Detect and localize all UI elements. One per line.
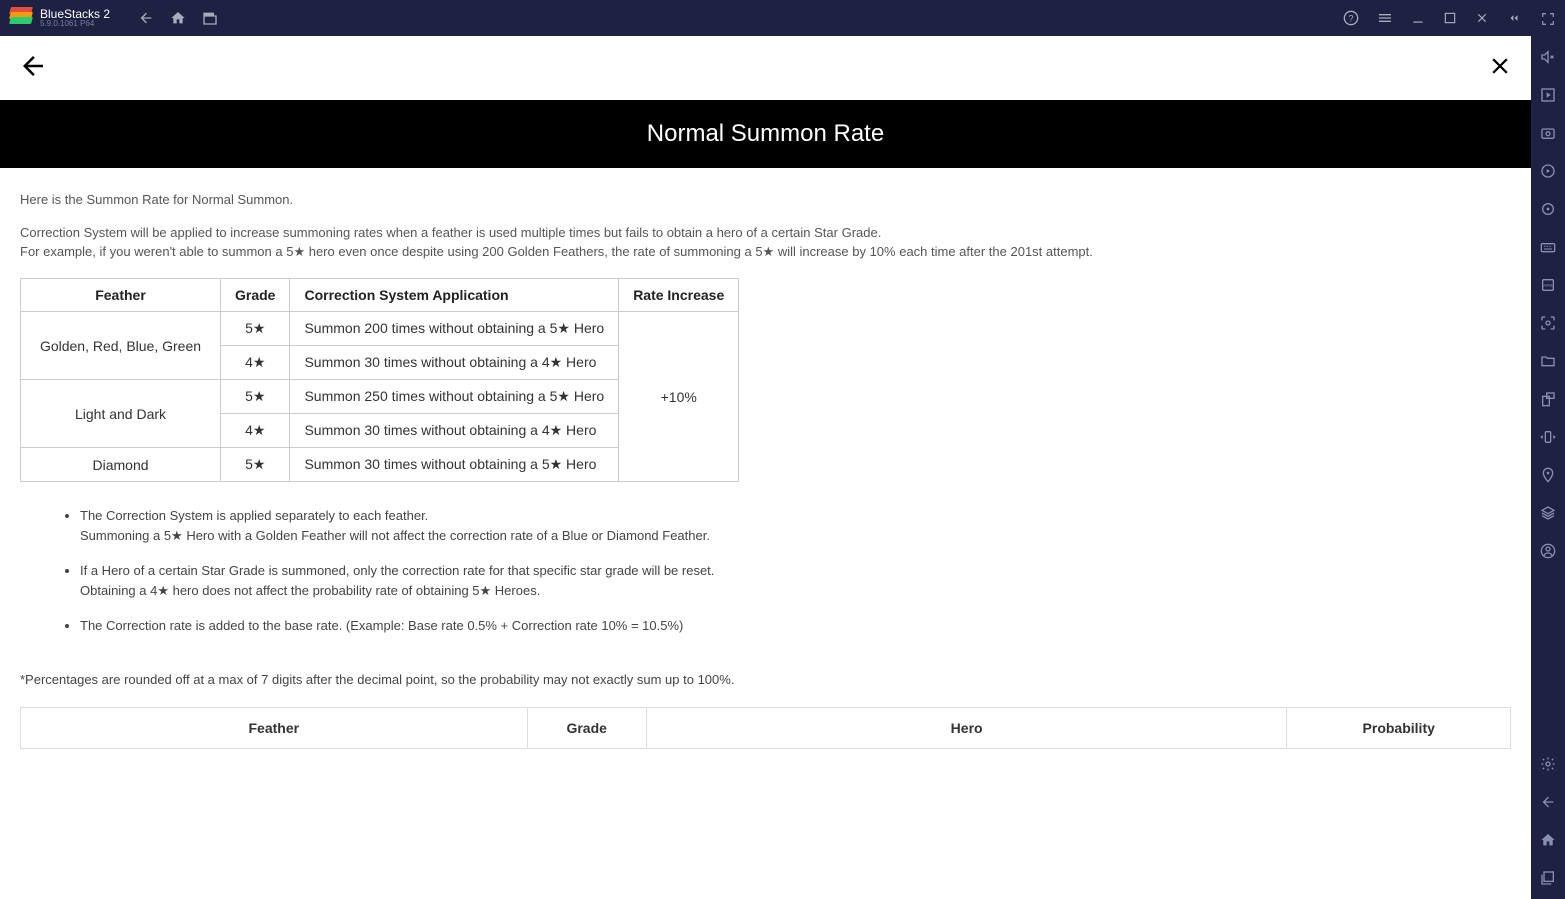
apk-icon[interactable]: APK bbox=[1539, 276, 1557, 294]
menu-icon[interactable] bbox=[1377, 10, 1393, 26]
cell-application: Summon 30 times without obtaining a 4★ H… bbox=[290, 414, 619, 448]
page-title: Normal Summon Rate bbox=[0, 100, 1531, 168]
location-icon[interactable] bbox=[1539, 466, 1557, 484]
th-feather: Feather bbox=[21, 707, 528, 748]
android-back-icon[interactable] bbox=[1539, 793, 1557, 811]
bluestacks-logo-icon bbox=[10, 7, 32, 29]
screenshot-icon[interactable] bbox=[1539, 124, 1557, 142]
right-sidebar: APK bbox=[1531, 0, 1565, 899]
page-header-bar bbox=[0, 36, 1531, 100]
cell-grade: 5★ bbox=[221, 380, 290, 414]
record-icon[interactable] bbox=[1539, 162, 1557, 180]
maximize-icon[interactable] bbox=[1443, 11, 1457, 25]
fullscreen-icon[interactable] bbox=[1539, 10, 1557, 28]
th-application: Correction System Application bbox=[290, 279, 619, 312]
bullet-list: The Correction System is applied separat… bbox=[80, 506, 1511, 636]
correction-table: Feather Grade Correction System Applicat… bbox=[20, 278, 739, 482]
cell-grade: 4★ bbox=[221, 414, 290, 448]
volume-mute-icon[interactable] bbox=[1539, 48, 1557, 66]
capture-frame-icon[interactable] bbox=[1539, 314, 1557, 332]
cell-application: Summon 30 times without obtaining a 4★ H… bbox=[290, 346, 619, 380]
settings-icon[interactable] bbox=[1539, 755, 1557, 773]
minimize-icon[interactable] bbox=[1411, 11, 1425, 25]
cell-grade: 5★ bbox=[221, 448, 290, 482]
th-grade: Grade bbox=[527, 707, 646, 748]
intro-text-3: For example, if you weren't able to summ… bbox=[20, 244, 1511, 260]
collapse-sidebar-icon[interactable] bbox=[1507, 11, 1521, 25]
th-rate: Rate Increase bbox=[619, 279, 739, 312]
th-probability: Probability bbox=[1287, 707, 1511, 748]
svg-text:?: ? bbox=[1348, 13, 1353, 23]
cell-application: Summon 30 times without obtaining a 5★ H… bbox=[290, 448, 619, 482]
target-icon[interactable] bbox=[1539, 200, 1557, 218]
layers-icon[interactable] bbox=[1539, 504, 1557, 522]
th-feather: Feather bbox=[21, 279, 221, 312]
account-icon[interactable] bbox=[1539, 542, 1557, 560]
android-recents-icon[interactable] bbox=[1539, 869, 1557, 887]
nav-tabs-icon[interactable] bbox=[202, 10, 218, 26]
rotate-icon[interactable] bbox=[1539, 390, 1557, 408]
folder-icon[interactable] bbox=[1539, 352, 1557, 370]
list-item: The Correction System is applied separat… bbox=[80, 506, 1511, 545]
keyboard-icon[interactable] bbox=[1539, 238, 1557, 256]
cell-feather: Golden, Red, Blue, Green bbox=[21, 312, 221, 380]
nav-home-icon[interactable] bbox=[170, 10, 186, 26]
nav-back-icon[interactable] bbox=[138, 10, 154, 26]
cell-grade: 5★ bbox=[221, 312, 290, 346]
th-grade: Grade bbox=[221, 279, 290, 312]
page-body: Here is the Summon Rate for Normal Summo… bbox=[0, 168, 1531, 899]
footnote: *Percentages are rounded off at a max of… bbox=[20, 672, 1511, 687]
cell-grade: 4★ bbox=[221, 346, 290, 380]
back-arrow-icon[interactable] bbox=[18, 51, 48, 86]
shake-icon[interactable] bbox=[1539, 428, 1557, 446]
list-item: If a Hero of a certain Star Grade is sum… bbox=[80, 561, 1511, 600]
cell-feather: Light and Dark bbox=[21, 380, 221, 448]
cell-application: Summon 250 times without obtaining a 5★ … bbox=[290, 380, 619, 414]
svg-text:APK: APK bbox=[1543, 283, 1553, 288]
cell-feather: Diamond bbox=[21, 448, 221, 482]
titlebar: BlueStacks 2 5.9.0.1061 P64 ? bbox=[0, 0, 1531, 36]
th-hero: Hero bbox=[646, 707, 1287, 748]
list-item: The Correction rate is added to the base… bbox=[80, 616, 1511, 636]
android-home-icon[interactable] bbox=[1539, 831, 1557, 849]
intro-text-2: Correction System will be applied to inc… bbox=[20, 225, 1511, 240]
close-page-icon[interactable] bbox=[1487, 53, 1513, 84]
help-icon[interactable]: ? bbox=[1343, 10, 1359, 26]
cell-rate: +10% bbox=[619, 312, 739, 482]
intro-text-1: Here is the Summon Rate for Normal Summo… bbox=[20, 192, 1511, 207]
close-window-icon[interactable] bbox=[1475, 11, 1489, 25]
rate-table: Feather Grade Hero Probability bbox=[20, 707, 1511, 749]
play-square-icon[interactable] bbox=[1539, 86, 1557, 104]
cell-application: Summon 200 times without obtaining a 5★ … bbox=[290, 312, 619, 346]
table-row: Golden, Red, Blue, Green 5★ Summon 200 t… bbox=[21, 312, 739, 346]
app-version: 5.9.0.1061 P64 bbox=[40, 20, 110, 28]
